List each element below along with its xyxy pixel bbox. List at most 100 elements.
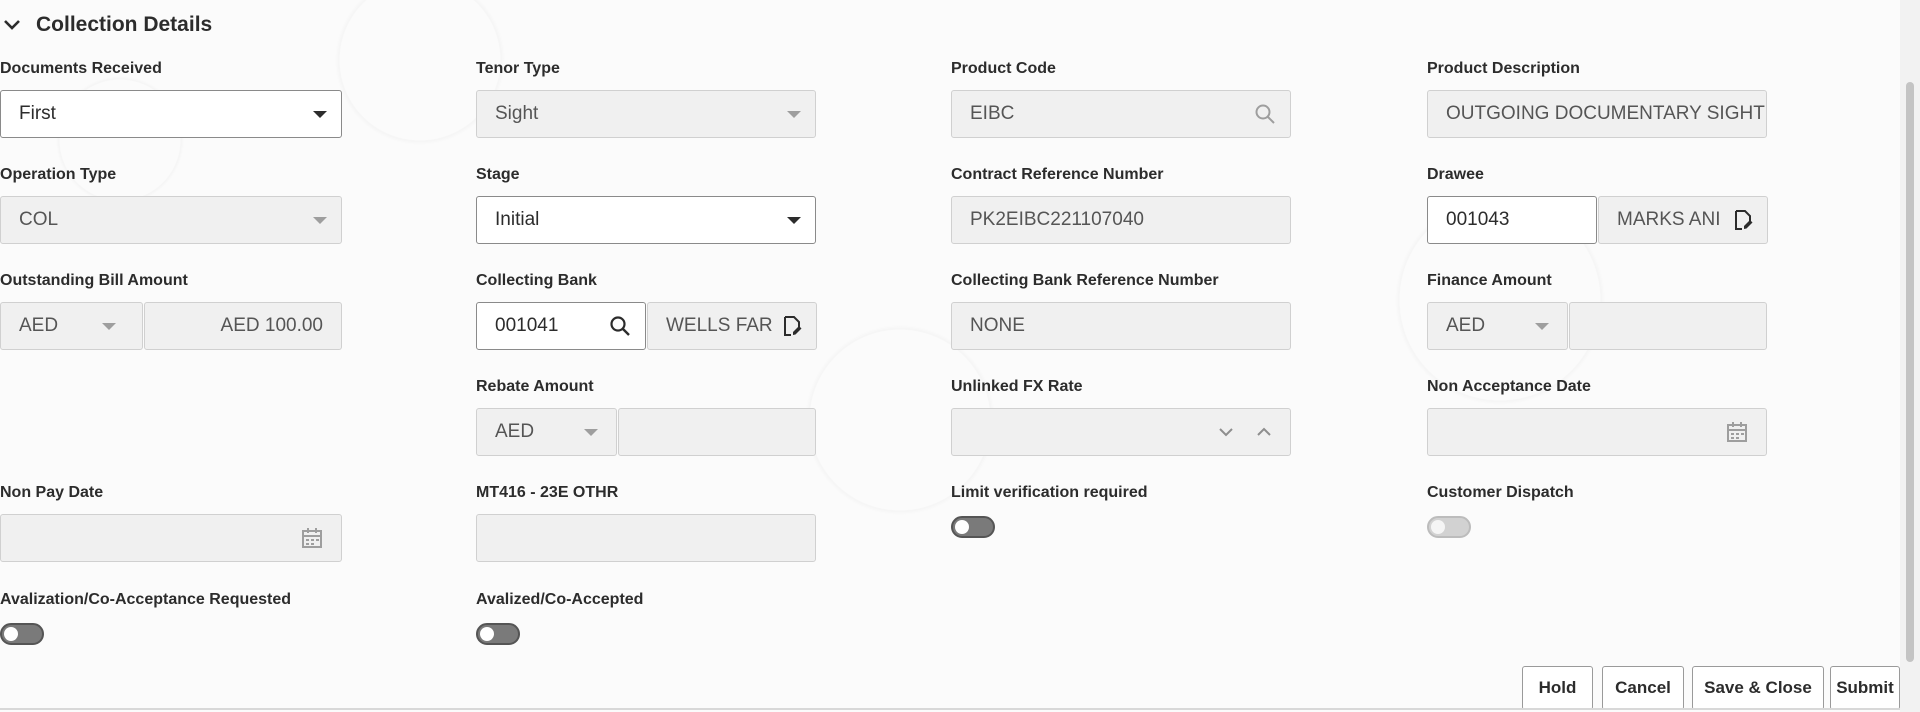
submit-button[interactable]: Submit xyxy=(1830,666,1900,710)
collection-details-panel: Collection Details Documents Received Fi… xyxy=(0,0,1900,712)
stage-field: Stage Initial xyxy=(476,164,818,244)
rebate-currency-select: AED xyxy=(476,408,617,456)
stage-label: Stage xyxy=(476,166,520,183)
outstanding-bill-amount-value: AED 100.00 xyxy=(220,315,323,336)
non-acceptance-date-label: Non Acceptance Date xyxy=(1427,378,1591,395)
vertical-scrollbar[interactable] xyxy=(1900,0,1920,712)
unlinked-fx-rate-input xyxy=(951,408,1291,456)
product-description-value: OUTGOING DOCUMENTARY SIGHT xyxy=(1446,103,1765,124)
footer-divider xyxy=(0,708,1900,710)
avalization-requested-toggle[interactable] xyxy=(0,623,44,645)
caret-down-icon xyxy=(584,409,598,455)
toggle-knob xyxy=(1431,520,1445,534)
outstanding-bill-amount-input: AED 100.00 xyxy=(144,302,342,350)
caret-down-icon xyxy=(787,91,801,137)
collecting-bank-field: Collecting Bank 001041 WELLS FAR xyxy=(476,270,818,350)
unlinked-fx-rate-label: Unlinked FX Rate xyxy=(951,378,1083,395)
customer-dispatch-field: Customer Dispatch xyxy=(1427,482,1769,538)
contract-reference-number-input: PK2EIBC221107040 xyxy=(951,196,1291,244)
chevron-up-icon xyxy=(1257,427,1271,436)
documents-received-label: Documents Received xyxy=(0,60,162,77)
chevron-down-icon xyxy=(1219,428,1233,437)
product-code-field: Product Code EIBC xyxy=(951,58,1293,138)
mt416-23e-othr-field: MT416 - 23E OTHR xyxy=(476,482,818,562)
collecting-bank-label: Collecting Bank xyxy=(476,272,597,289)
finance-currency-select: AED xyxy=(1427,302,1568,350)
toggle-knob xyxy=(480,627,494,641)
outstanding-bill-currency-select: AED xyxy=(0,302,143,350)
collecting-bank-name-input: WELLS FAR xyxy=(647,302,817,350)
hold-button[interactable]: Hold xyxy=(1522,666,1593,710)
non-pay-date-label: Non Pay Date xyxy=(0,484,104,501)
documents-received-value: First xyxy=(19,103,56,124)
limit-verification-required-toggle[interactable] xyxy=(951,516,995,538)
product-code-label: Product Code xyxy=(951,60,1056,77)
stage-value: Initial xyxy=(495,209,540,230)
avalized-co-accepted-toggle[interactable] xyxy=(476,623,520,645)
finance-currency-value: AED xyxy=(1446,315,1486,336)
chevron-down-icon[interactable] xyxy=(0,13,24,37)
finance-amount-field: Finance Amount AED xyxy=(1427,270,1769,350)
toggle-knob xyxy=(955,520,969,534)
collecting-bank-reference-number-label: Collecting Bank Reference Number xyxy=(951,272,1219,289)
avalization-requested-label: Avalization/Co-Acceptance Requested xyxy=(0,591,292,608)
cancel-button[interactable]: Cancel xyxy=(1602,666,1684,710)
customer-dispatch-label: Customer Dispatch xyxy=(1427,484,1574,501)
search-icon[interactable] xyxy=(609,303,631,349)
product-code-value: EIBC xyxy=(970,103,1015,124)
contract-reference-number-label: Contract Reference Number xyxy=(951,166,1164,183)
product-description-label: Product Description xyxy=(1427,60,1580,77)
drawee-label: Drawee xyxy=(1427,166,1484,183)
scrollbar-thumb[interactable] xyxy=(1906,82,1914,662)
operation-type-value: COL xyxy=(19,209,59,230)
drawee-field: Drawee 001043 MARKS ANI xyxy=(1427,164,1769,244)
stage-select[interactable]: Initial xyxy=(476,196,816,244)
avalized-co-accepted-label: Avalized/Co-Accepted xyxy=(476,591,644,608)
collecting-bank-id-input[interactable]: 001041 xyxy=(476,302,646,350)
rebate-currency-value: AED xyxy=(495,421,535,442)
rebate-amount-input xyxy=(618,408,816,456)
mt416-23e-othr-label: MT416 - 23E OTHR xyxy=(476,484,619,501)
caret-down-icon xyxy=(1535,303,1549,349)
operation-type-select: COL xyxy=(0,196,342,244)
save-close-button[interactable]: Save & Close xyxy=(1692,666,1824,710)
drawee-id-input[interactable]: 001043 xyxy=(1427,196,1597,244)
outstanding-bill-amount-label: Outstanding Bill Amount xyxy=(0,272,188,289)
rebate-amount-label: Rebate Amount xyxy=(476,378,594,395)
avalized-co-accepted-field: Avalized/Co-Accepted xyxy=(476,589,818,645)
drawee-name-value: MARKS ANI xyxy=(1617,209,1721,230)
product-code-input: EIBC xyxy=(951,90,1291,138)
product-description-input: OUTGOING DOCUMENTARY SIGHT xyxy=(1427,90,1767,138)
finance-amount-label: Finance Amount xyxy=(1427,272,1552,289)
non-acceptance-date-field: Non Acceptance Date xyxy=(1427,376,1769,456)
collecting-bank-reference-number-field: Collecting Bank Reference Number NONE xyxy=(951,270,1293,350)
tenor-type-field: Tenor Type Sight xyxy=(476,58,818,138)
tenor-type-label: Tenor Type xyxy=(476,60,560,77)
limit-verification-required-label: Limit verification required xyxy=(951,484,1148,501)
unlinked-fx-rate-field: Unlinked FX Rate xyxy=(951,376,1293,456)
section-header[interactable]: Collection Details xyxy=(0,8,212,42)
collecting-bank-id-value: 001041 xyxy=(495,315,559,336)
documents-received-select[interactable]: First xyxy=(0,90,342,138)
document-edit-icon[interactable] xyxy=(1733,197,1753,243)
drawee-id-value: 001043 xyxy=(1446,209,1510,230)
operation-type-field: Operation Type COL xyxy=(0,164,342,244)
operation-type-label: Operation Type xyxy=(0,166,117,183)
avalization-requested-field: Avalization/Co-Acceptance Requested xyxy=(0,589,342,645)
calendar-icon xyxy=(301,515,323,561)
documents-received-field: Documents Received First xyxy=(0,58,342,138)
search-icon xyxy=(1254,91,1276,137)
collecting-bank-reference-number-value: NONE xyxy=(970,315,1025,336)
mt416-23e-othr-input xyxy=(476,514,816,562)
product-description-field: Product Description OUTGOING DOCUMENTARY… xyxy=(1427,58,1769,138)
caret-down-icon xyxy=(102,303,116,349)
collecting-bank-reference-number-input: NONE xyxy=(951,302,1291,350)
non-pay-date-input xyxy=(0,514,342,562)
contract-reference-number-value: PK2EIBC221107040 xyxy=(970,209,1144,230)
customer-dispatch-toggle xyxy=(1427,516,1471,538)
calendar-icon xyxy=(1726,409,1748,455)
tenor-type-select: Sight xyxy=(476,90,816,138)
collecting-bank-name-value: WELLS FAR xyxy=(666,315,773,336)
caret-down-icon xyxy=(313,91,327,137)
document-edit-icon[interactable] xyxy=(782,303,802,349)
